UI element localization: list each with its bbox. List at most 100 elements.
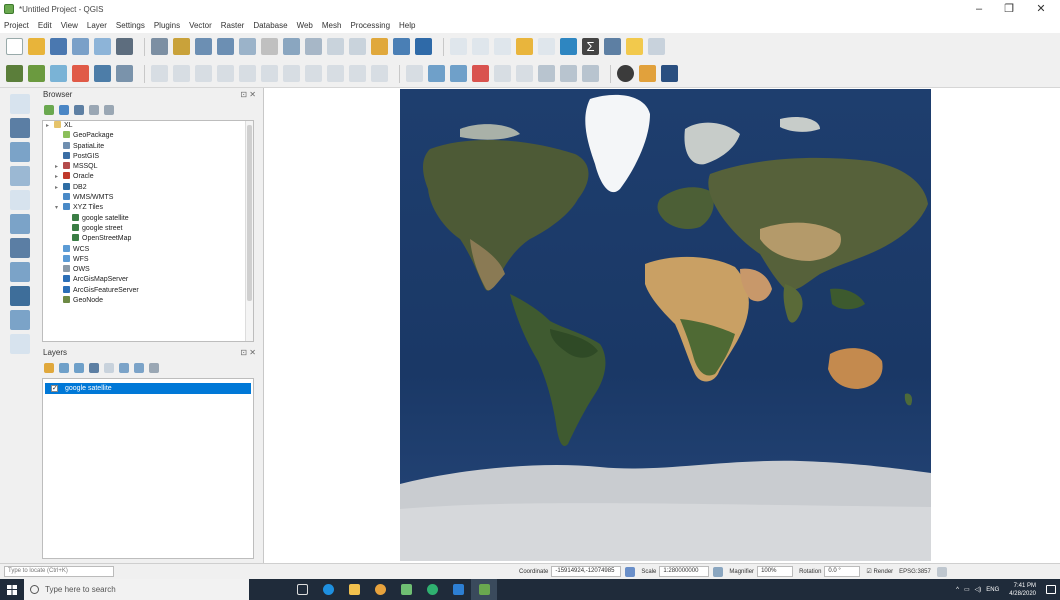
language-indicator[interactable]: ENG (986, 587, 999, 593)
menu-web[interactable]: Web (297, 21, 313, 30)
deselect-icon[interactable] (494, 38, 511, 55)
notifications-button[interactable] (1042, 579, 1060, 600)
maximize-button[interactable]: ❐ (994, 0, 1024, 18)
sum-icon[interactable]: Σ (582, 38, 599, 55)
add-wms-icon[interactable] (10, 286, 30, 306)
render-checkbox[interactable]: ☑ Render (866, 568, 893, 575)
add-delimited-text-icon[interactable] (10, 166, 30, 186)
volume-icon[interactable]: ◁) (975, 586, 982, 593)
filter-legend-icon[interactable] (89, 363, 99, 373)
zoom-native-icon[interactable] (305, 38, 322, 55)
digitize-line-icon[interactable] (173, 65, 190, 82)
redo-icon[interactable] (371, 65, 388, 82)
processing-icon[interactable] (661, 65, 678, 82)
properties-icon[interactable] (104, 105, 114, 115)
qgis-app[interactable] (471, 579, 497, 600)
style-panel-icon[interactable] (44, 363, 54, 373)
select-by-expression-icon[interactable] (472, 38, 489, 55)
taskbar-search-box[interactable]: Type here to search (24, 579, 249, 600)
add-wcs-icon[interactable] (10, 310, 30, 330)
add-vector-layer-icon[interactable] (50, 65, 67, 82)
browser-item[interactable]: OpenStreetMap (43, 234, 253, 244)
locator-search-input[interactable]: Type to locate (Ctrl+K) (4, 566, 114, 577)
filter-expression-icon[interactable] (104, 363, 114, 373)
browser-item[interactable]: ▸ XL (43, 121, 253, 131)
zoom-last-icon[interactable] (327, 38, 344, 55)
browser-item[interactable]: ArcGisMapServer (43, 275, 253, 285)
minimize-button[interactable]: – (964, 0, 994, 18)
add-vector-icon[interactable] (10, 94, 30, 114)
satellite-map[interactable] (400, 89, 931, 561)
cut-features-icon[interactable] (283, 65, 300, 82)
toggle-editing-icon[interactable] (94, 65, 111, 82)
zoom-layer-icon[interactable] (283, 38, 300, 55)
pan-to-selection-icon[interactable] (173, 38, 190, 55)
label-rotate-icon[interactable] (494, 65, 511, 82)
measure-icon[interactable] (604, 38, 621, 55)
browser-item[interactable]: WMS/WMTS (43, 193, 253, 203)
menu-edit[interactable]: Edit (38, 21, 52, 30)
identify-features-icon[interactable] (415, 38, 432, 55)
start-button[interactable] (0, 579, 24, 600)
maps-app[interactable] (419, 579, 445, 600)
zoom-next-icon[interactable] (349, 38, 366, 55)
tray-chevron-icon[interactable]: ^ (956, 587, 959, 593)
expander-icon[interactable]: ▾ (55, 203, 63, 213)
label-show-hide-icon[interactable] (450, 65, 467, 82)
label-settings-icon[interactable] (560, 65, 577, 82)
zoom-out-icon[interactable] (217, 38, 234, 55)
python-console-icon[interactable] (617, 65, 634, 82)
zoom-in-icon[interactable] (195, 38, 212, 55)
browser-item[interactable]: ▾ XYZ Tiles (43, 203, 253, 213)
browser-item[interactable]: ▸ Oracle (43, 172, 253, 182)
browser-item[interactable]: google satellite (43, 213, 253, 224)
menu-layer[interactable]: Layer (87, 21, 107, 30)
browser-item[interactable]: GeoNode (43, 296, 253, 306)
add-mesh-icon[interactable] (10, 142, 30, 162)
scrollbar-thumb[interactable] (247, 125, 252, 301)
menu-mesh[interactable]: Mesh (322, 21, 342, 30)
open-attribute-table-icon[interactable] (516, 38, 533, 55)
expander-icon[interactable]: ▸ (46, 121, 54, 131)
statistics-icon[interactable] (560, 38, 577, 55)
label-pin-icon[interactable] (428, 65, 445, 82)
label-tool-icon[interactable] (406, 65, 423, 82)
browser-item[interactable]: WCS (43, 244, 253, 255)
rotation-field[interactable]: 0.0 ° (824, 566, 861, 577)
taskbar-clock[interactable]: 7:41 PM 4/28/2020 (1003, 582, 1042, 598)
select-features-icon[interactable] (450, 38, 467, 55)
current-edits-icon[interactable] (72, 65, 89, 82)
remove-layer-icon[interactable] (149, 363, 159, 373)
add-raster-layer-icon[interactable] (28, 65, 45, 82)
delete-selected-icon[interactable] (261, 65, 278, 82)
collapse-all-icon[interactable] (89, 105, 99, 115)
add-selected-layers-icon[interactable] (44, 105, 54, 115)
digitize-point-icon[interactable] (151, 65, 168, 82)
zoom-selection-icon[interactable] (261, 38, 278, 55)
digitize-polygon-icon[interactable] (195, 65, 212, 82)
collapse-all-icon[interactable] (134, 363, 144, 373)
layer-row-google-satellite[interactable]: google satellite (45, 383, 251, 394)
browser-item[interactable]: GeoPackage (43, 131, 253, 141)
edge-app[interactable] (315, 579, 341, 600)
panel-close-button[interactable]: ⊡ ✕ (240, 88, 256, 102)
layer-visibility-checkbox[interactable] (51, 383, 58, 394)
lock-scale-icon[interactable] (713, 566, 724, 577)
browser-item[interactable]: WFS (43, 254, 253, 265)
text-annotation-icon[interactable] (648, 38, 665, 55)
expander-icon[interactable]: ▸ (55, 183, 63, 193)
add-mssql-icon[interactable] (10, 238, 30, 258)
new-project-icon[interactable] (6, 38, 23, 55)
refresh-icon[interactable] (59, 105, 69, 115)
extents-toggle-icon[interactable] (625, 566, 636, 577)
browser-item[interactable]: OWS (43, 265, 253, 275)
menu-view[interactable]: View (61, 21, 78, 30)
network-icon[interactable]: ▭ (964, 586, 970, 593)
refresh-icon[interactable] (393, 38, 410, 55)
new-map-view-icon[interactable] (371, 38, 388, 55)
menu-settings[interactable]: Settings (116, 21, 145, 30)
browser-item[interactable]: ▸ DB2 (43, 182, 253, 193)
zoom-full-icon[interactable] (239, 38, 256, 55)
label-move-icon[interactable] (472, 65, 489, 82)
menu-processing[interactable]: Processing (350, 21, 390, 30)
